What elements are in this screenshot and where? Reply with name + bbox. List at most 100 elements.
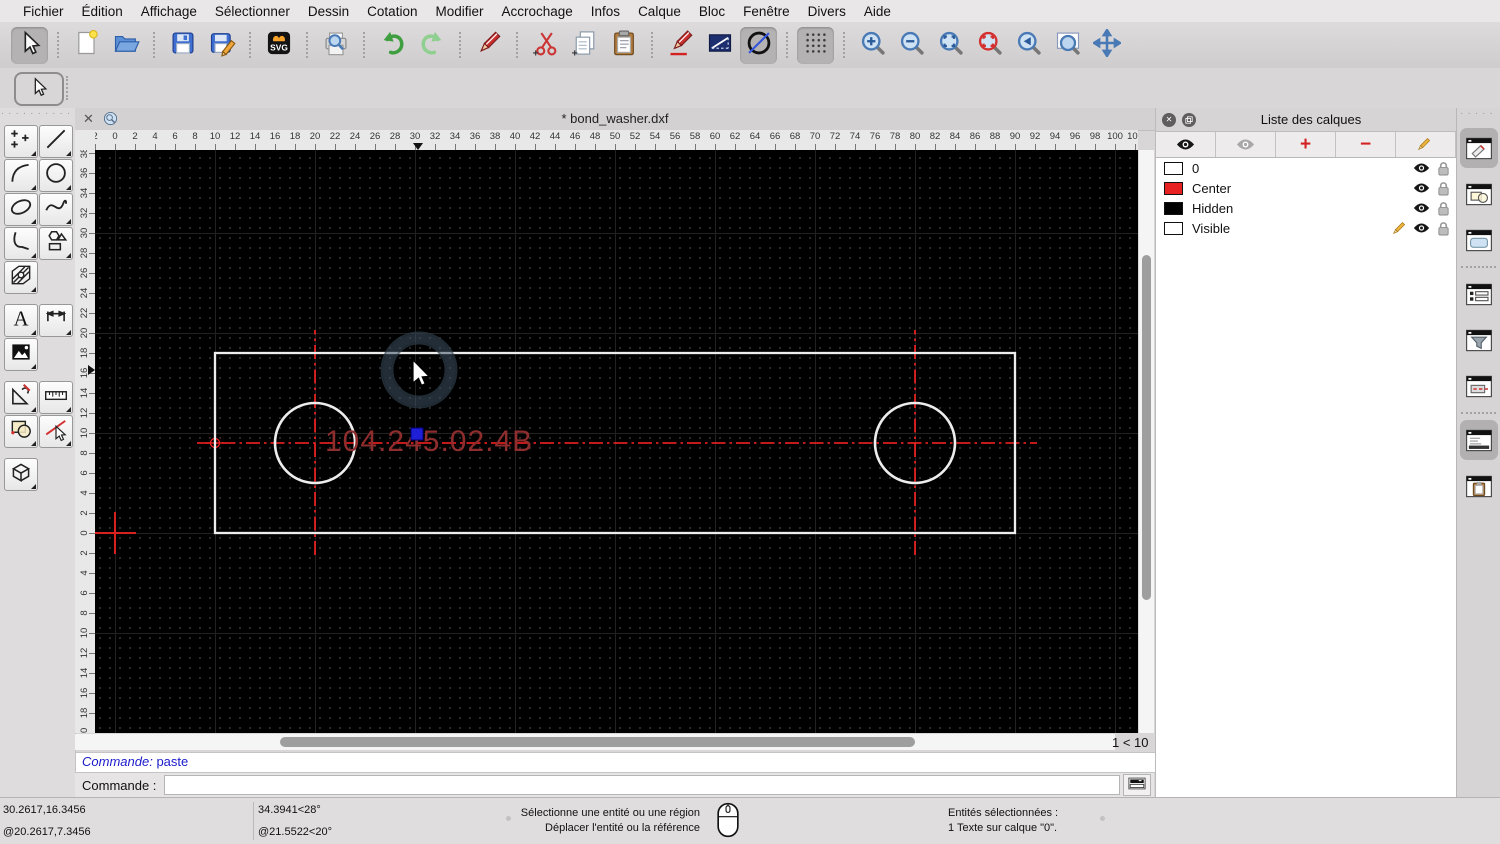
hide-all-layers-button[interactable] xyxy=(1216,132,1276,157)
redo-button[interactable] xyxy=(413,27,450,64)
tool-points-button[interactable] xyxy=(4,125,38,158)
tool-ruler-button[interactable] xyxy=(39,381,73,414)
layer-lock-icon[interactable] xyxy=(1437,161,1450,176)
polyline-icon xyxy=(8,228,34,259)
close-panel-icon[interactable]: ✕ xyxy=(1162,113,1176,127)
layer-row-visible[interactable]: Visible xyxy=(1156,218,1456,238)
tool-spline-button[interactable] xyxy=(39,193,73,226)
save-button[interactable] xyxy=(164,27,201,64)
dock-library-browser-button[interactable] xyxy=(1460,220,1498,260)
command-options-button[interactable] xyxy=(1123,774,1151,796)
menu-modifier[interactable]: Modifier xyxy=(426,4,492,19)
layer-lock-icon[interactable] xyxy=(1437,181,1450,196)
menu-affichage[interactable]: Affichage xyxy=(132,4,206,19)
remove-layer-button[interactable]: − xyxy=(1336,132,1396,157)
palette-drag-handle[interactable]: ·········· xyxy=(0,108,75,122)
tool-hatch-button[interactable] xyxy=(4,261,38,294)
dock-drag-handle[interactable]: ····· xyxy=(1457,108,1500,122)
float-panel-icon[interactable] xyxy=(1182,113,1196,127)
dock-layer-list-button[interactable] xyxy=(1460,128,1498,168)
grid-toggle-button[interactable] xyxy=(797,27,834,64)
add-layer-button[interactable]: + xyxy=(1276,132,1336,157)
export-svg-button[interactable]: SVG xyxy=(260,27,297,64)
tool-polyline-button[interactable] xyxy=(4,227,38,260)
layer-row-hidden[interactable]: Hidden xyxy=(1156,198,1456,218)
menu-edition[interactable]: Édition xyxy=(73,4,132,19)
dock-pen-palette-button[interactable] xyxy=(1460,366,1498,406)
tool-text-button[interactable]: A xyxy=(4,304,38,337)
vertical-scrollbar[interactable] xyxy=(1139,150,1154,733)
polar-relative: @21.5522<20° xyxy=(258,826,332,838)
tool-measure-button[interactable] xyxy=(4,381,38,414)
zoom-window-button[interactable] xyxy=(1049,27,1086,64)
delete-entities-button[interactable] xyxy=(470,27,507,64)
tool-circle-button[interactable] xyxy=(39,159,73,192)
zoom-in-button[interactable] xyxy=(854,27,891,64)
tool-3d-box-button[interactable] xyxy=(4,458,38,491)
drawing-canvas[interactable]: 104.245.02.4B xyxy=(95,150,1138,733)
dock-command-widget-button[interactable] xyxy=(1460,420,1498,460)
tool-image-button[interactable] xyxy=(4,338,38,371)
layer-lock-icon[interactable] xyxy=(1437,221,1450,236)
command-input[interactable] xyxy=(164,775,1120,795)
dock-selection-filter-button[interactable] xyxy=(1460,320,1498,360)
hruler-label: 46 xyxy=(564,131,586,142)
menu-fichier[interactable]: Fichier xyxy=(14,4,73,19)
tool-block-button[interactable] xyxy=(4,415,38,448)
menu-accrochage[interactable]: Accrochage xyxy=(492,4,581,19)
menu-dessin[interactable]: Dessin xyxy=(299,4,358,19)
toolbar-drag-handle[interactable] xyxy=(66,76,68,100)
edit-layer-button[interactable] xyxy=(1396,132,1456,157)
layer-visibility-eye-icon[interactable] xyxy=(1413,202,1430,214)
layer-visibility-eye-icon[interactable] xyxy=(1413,182,1430,194)
select-pointer-button[interactable] xyxy=(11,27,48,64)
new-drawing-button[interactable] xyxy=(68,27,105,64)
layer-visibility-eye-icon[interactable] xyxy=(1413,222,1430,234)
show-all-layers-button[interactable] xyxy=(1156,132,1216,157)
menu-fenetre[interactable]: Fenêtre xyxy=(734,4,799,19)
menu-cotation[interactable]: Cotation xyxy=(358,4,426,19)
tool-ellipse-button[interactable] xyxy=(4,193,38,226)
undo-button[interactable] xyxy=(374,27,411,64)
tool-dimension-button[interactable] xyxy=(39,304,73,337)
print-preview-button[interactable] xyxy=(317,27,354,64)
menu-calque[interactable]: Calque xyxy=(629,4,690,19)
tool-arc-button[interactable] xyxy=(4,159,38,192)
paste-button[interactable] xyxy=(605,27,642,64)
statusbar-handle-dot xyxy=(1100,816,1105,821)
horizontal-scrollbar[interactable] xyxy=(75,734,1115,750)
layer-lock-icon[interactable] xyxy=(1437,201,1450,216)
construction-toggle-button[interactable] xyxy=(740,27,777,64)
dock-entity-list-button[interactable] xyxy=(1460,274,1498,314)
tool-modify-button[interactable] xyxy=(39,415,73,448)
pen-preview-button[interactable] xyxy=(701,27,738,64)
tool-polygon-button[interactable] xyxy=(39,227,73,260)
layer-row-0[interactable]: 0 xyxy=(1156,158,1456,178)
dock-clipboard-button[interactable] xyxy=(1460,466,1498,506)
cut-button[interactable]: + xyxy=(527,27,564,64)
zoom-selection-button[interactable] xyxy=(971,27,1008,64)
redo-icon xyxy=(418,29,446,62)
tool-line-button[interactable] xyxy=(39,125,73,158)
select-tool-button[interactable] xyxy=(14,72,64,106)
copy-button[interactable]: + xyxy=(566,27,603,64)
open-drawing-button[interactable] xyxy=(107,27,144,64)
toolbar-separator xyxy=(516,32,518,58)
menu-aide[interactable]: Aide xyxy=(855,4,900,19)
zoom-auto-button[interactable] xyxy=(932,27,969,64)
vertical-scrollbar-thumb[interactable] xyxy=(1142,255,1151,600)
save-as-button[interactable] xyxy=(203,27,240,64)
menu-infos[interactable]: Infos xyxy=(582,4,629,19)
draw-edit-button[interactable] xyxy=(662,27,699,64)
layer-row-center[interactable]: Center xyxy=(1156,178,1456,198)
menu-divers[interactable]: Divers xyxy=(799,4,855,19)
menu-bloc[interactable]: Bloc xyxy=(690,4,734,19)
vruler-cursor-marker xyxy=(88,365,95,375)
horizontal-scrollbar-thumb[interactable] xyxy=(280,737,915,747)
zoom-pan-button[interactable] xyxy=(1088,27,1125,64)
layer-visibility-eye-icon[interactable] xyxy=(1413,162,1430,174)
zoom-previous-button[interactable] xyxy=(1010,27,1047,64)
dock-block-list-button[interactable] xyxy=(1460,174,1498,214)
menu-selectionner[interactable]: Sélectionner xyxy=(206,4,299,19)
zoom-out-button[interactable] xyxy=(893,27,930,64)
